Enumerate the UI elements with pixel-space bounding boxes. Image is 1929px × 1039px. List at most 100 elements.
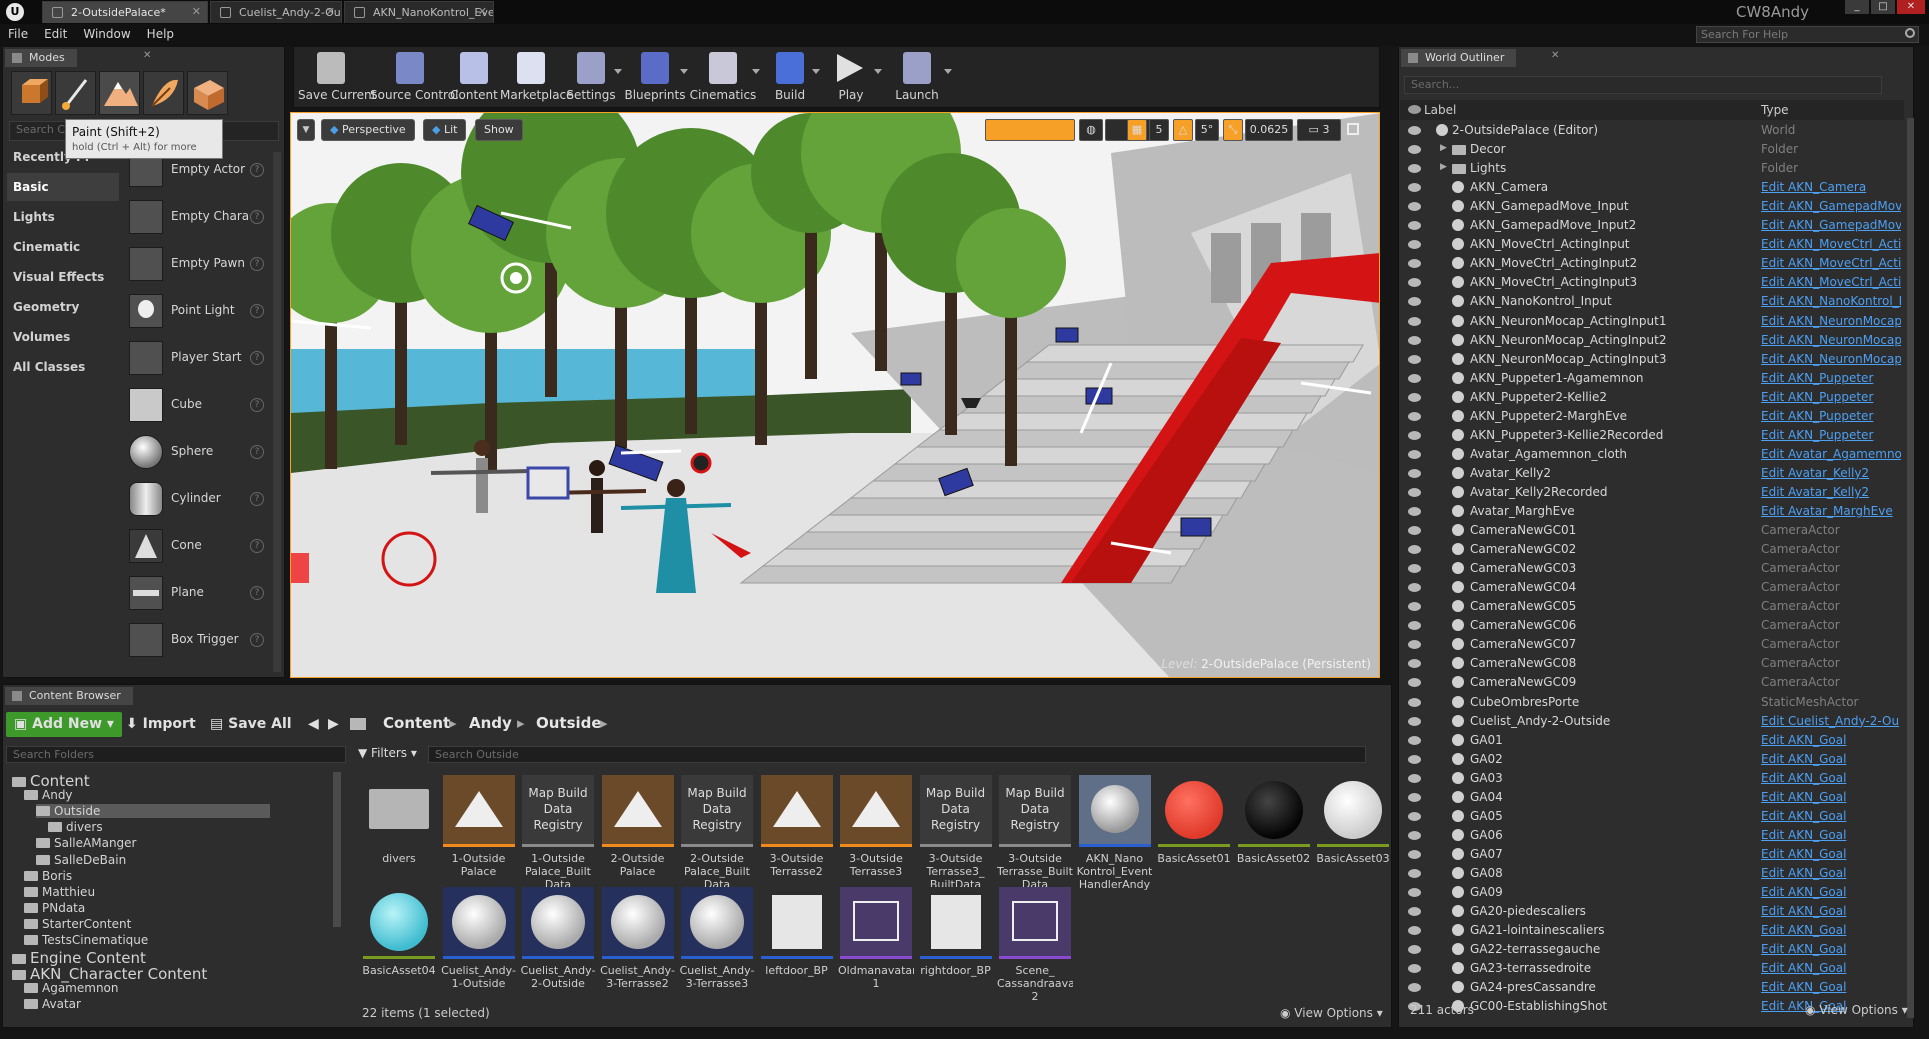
- breadcrumb-content[interactable]: Content: [383, 714, 450, 732]
- help-icon[interactable]: ?: [250, 210, 264, 224]
- folder-tree-item[interactable]: Outside: [36, 804, 271, 819]
- menu-file[interactable]: File: [0, 24, 36, 41]
- settings-button[interactable]: Settings: [562, 47, 622, 104]
- content-browser-tab[interactable]: Content Browser: [5, 687, 133, 705]
- visibility-eye-icon[interactable]: [1408, 811, 1421, 821]
- category-visual-effects[interactable]: Visual Effects: [7, 263, 119, 291]
- outliner-row[interactable]: ▶ Lights Folder: [1400, 159, 1904, 178]
- outliner-row[interactable]: GA23-terrassedroite Edit AKN_Goal: [1400, 959, 1904, 978]
- menu-help[interactable]: Help: [139, 24, 182, 41]
- help-icon[interactable]: ?: [250, 351, 264, 365]
- edit-blueprint-link[interactable]: Edit AKN_Goal: [1761, 923, 1901, 937]
- asset-tile[interactable]: divers: [361, 775, 437, 885]
- dropdown-arrow-icon[interactable]: [752, 69, 760, 74]
- visibility-eye-icon[interactable]: [1408, 545, 1421, 555]
- visibility-eye-icon[interactable]: [1408, 621, 1421, 631]
- rotation-snap-icon[interactable]: △: [1173, 119, 1193, 141]
- help-icon[interactable]: ?: [250, 586, 264, 600]
- visibility-eye-icon[interactable]: [1408, 335, 1421, 345]
- visibility-eye-icon[interactable]: [1408, 202, 1421, 212]
- category-lights[interactable]: Lights: [7, 203, 119, 231]
- folder-tree-item[interactable]: Agamemnon: [24, 981, 119, 995]
- edit-blueprint-link[interactable]: Edit AKN_Goal: [1761, 771, 1901, 785]
- place-item[interactable]: Empty Chara?: [125, 198, 270, 236]
- expand-arrow-icon[interactable]: ▶: [1440, 143, 1447, 153]
- content-button[interactable]: Content: [450, 47, 498, 104]
- visibility-eye-icon[interactable]: [1408, 583, 1421, 593]
- help-search-input[interactable]: Search For Help: [1696, 26, 1919, 43]
- mode-geometry-button[interactable]: [187, 71, 228, 115]
- folder-tree-item[interactable]: Matthieu: [24, 885, 95, 899]
- visibility-eye-icon[interactable]: [1408, 773, 1421, 783]
- expand-arrow-icon[interactable]: ▶: [1440, 162, 1447, 172]
- asset-tile[interactable]: rightdoor_BP: [918, 887, 994, 997]
- visibility-eye-icon[interactable]: [1408, 259, 1421, 269]
- edit-blueprint-link[interactable]: Edit AKN_Camera: [1761, 180, 1901, 194]
- outliner-row[interactable]: CameraNewGC02 CameraActor: [1400, 540, 1904, 559]
- close-tab-icon[interactable]: ✕: [192, 5, 201, 18]
- outliner-scrollbar[interactable]: [1907, 118, 1914, 1018]
- edit-blueprint-link[interactable]: Edit Cuelist_Andy-2-Ou: [1761, 714, 1901, 728]
- edit-blueprint-link[interactable]: Edit AKN_Goal: [1761, 942, 1901, 956]
- build-button[interactable]: Build: [762, 47, 820, 104]
- edit-blueprint-link[interactable]: Edit AKN_Goal: [1761, 885, 1901, 899]
- place-item[interactable]: Empty Pawn?: [125, 245, 270, 283]
- outliner-row[interactable]: GA20-piedescaliers Edit AKN_Goal: [1400, 902, 1904, 921]
- help-icon[interactable]: ?: [250, 304, 264, 318]
- visibility-eye-icon[interactable]: [1408, 830, 1421, 840]
- asset-tile[interactable]: 2-Outside Palace: [600, 775, 676, 885]
- edit-blueprint-link[interactable]: Edit AKN_Goal: [1761, 733, 1901, 747]
- edit-blueprint-link[interactable]: Edit AKN_Goal: [1761, 790, 1901, 804]
- visibility-eye-icon[interactable]: [1408, 697, 1421, 707]
- edit-blueprint-link[interactable]: Edit AKN_Goal: [1761, 980, 1901, 994]
- edit-blueprint-link[interactable]: Edit AKN_Puppeter: [1761, 371, 1901, 385]
- visibility-eye-icon[interactable]: [1408, 145, 1421, 155]
- edit-blueprint-link[interactable]: Edit Avatar_Kelly2: [1761, 485, 1901, 499]
- edit-blueprint-link[interactable]: Edit Avatar_Kelly2: [1761, 466, 1901, 480]
- blueprints-button[interactable]: Blueprints: [624, 47, 688, 104]
- help-icon[interactable]: ?: [250, 163, 264, 177]
- modes-scrollbar[interactable]: [273, 152, 281, 672]
- outliner-row[interactable]: CameraNewGC03 CameraActor: [1400, 559, 1904, 578]
- visibility-eye-icon[interactable]: [1408, 240, 1421, 250]
- visibility-eye-icon[interactable]: [1408, 602, 1421, 612]
- visibility-eye-icon[interactable]: [1408, 507, 1421, 516]
- folder-tree-item[interactable]: divers: [48, 820, 103, 834]
- edit-blueprint-link[interactable]: Edit AKN_Puppeter: [1761, 390, 1901, 404]
- asset-tile[interactable]: 3-Outside Terrasse2: [759, 775, 835, 885]
- visibility-eye-icon[interactable]: [1408, 297, 1421, 307]
- scene-render[interactable]: [291, 113, 1380, 678]
- visibility-eye-icon[interactable]: [1408, 316, 1421, 326]
- outliner-row[interactable]: AKN_Puppeter3-Kellie2Recorded Edit AKN_Pu…: [1400, 426, 1904, 445]
- lit-button[interactable]: ◆ Lit: [423, 119, 467, 141]
- cb-view-options-button[interactable]: ◉ View Options ▾: [1280, 1006, 1383, 1020]
- visibility-eye-icon[interactable]: [1408, 183, 1421, 193]
- outliner-row[interactable]: AKN_GamepadMove_Input Edit AKN_GamepadMov: [1400, 197, 1904, 216]
- edit-blueprint-link[interactable]: Edit AKN_Goal: [1761, 752, 1901, 766]
- asset-tile[interactable]: Map Build Data Registry 3-Outside Terrass…: [997, 775, 1073, 891]
- dropdown-arrow-icon[interactable]: [944, 69, 952, 74]
- visibility-eye-icon[interactable]: [1408, 526, 1421, 536]
- place-item[interactable]: Player Start?: [125, 339, 270, 377]
- filters-button[interactable]: ▼ Filters ▾: [358, 746, 420, 763]
- breadcrumb-outside[interactable]: Outside: [536, 714, 602, 732]
- edit-blueprint-link[interactable]: Edit AKN_MoveCtrl_Acti: [1761, 275, 1901, 289]
- outliner-row[interactable]: CameraNewGC06 CameraActor: [1400, 616, 1904, 635]
- outliner-row[interactable]: AKN_MoveCtrl_ActingInput2 Edit AKN_MoveCt…: [1400, 254, 1904, 273]
- outliner-row[interactable]: GA04 Edit AKN_Goal: [1400, 788, 1904, 807]
- place-item[interactable]: Cylinder?: [125, 480, 270, 518]
- transform-tools[interactable]: [985, 119, 1075, 141]
- visibility-eye-icon[interactable]: [1408, 449, 1421, 459]
- menu-edit[interactable]: Edit: [36, 24, 75, 41]
- visibility-eye-icon[interactable]: [1408, 792, 1421, 802]
- outliner-row[interactable]: CameraNewGC01 CameraActor: [1400, 521, 1904, 540]
- save-button[interactable]: Save Current: [298, 47, 376, 104]
- asset-tile[interactable]: Cuelist_Andy- 3-Terrasse2: [600, 887, 676, 997]
- asset-tile[interactable]: Map Build Data Registry 2-Outside Palace_…: [679, 775, 755, 891]
- outliner-view-options-button[interactable]: ◉ View Options ▾: [1805, 1003, 1908, 1017]
- outliner-row[interactable]: AKN_MoveCtrl_ActingInput3 Edit AKN_MoveCt…: [1400, 273, 1904, 292]
- help-icon[interactable]: ?: [250, 445, 264, 459]
- mode-foliage-button[interactable]: [143, 71, 184, 115]
- visibility-eye-icon[interactable]: [1408, 487, 1421, 497]
- place-item[interactable]: Plane?: [125, 574, 270, 612]
